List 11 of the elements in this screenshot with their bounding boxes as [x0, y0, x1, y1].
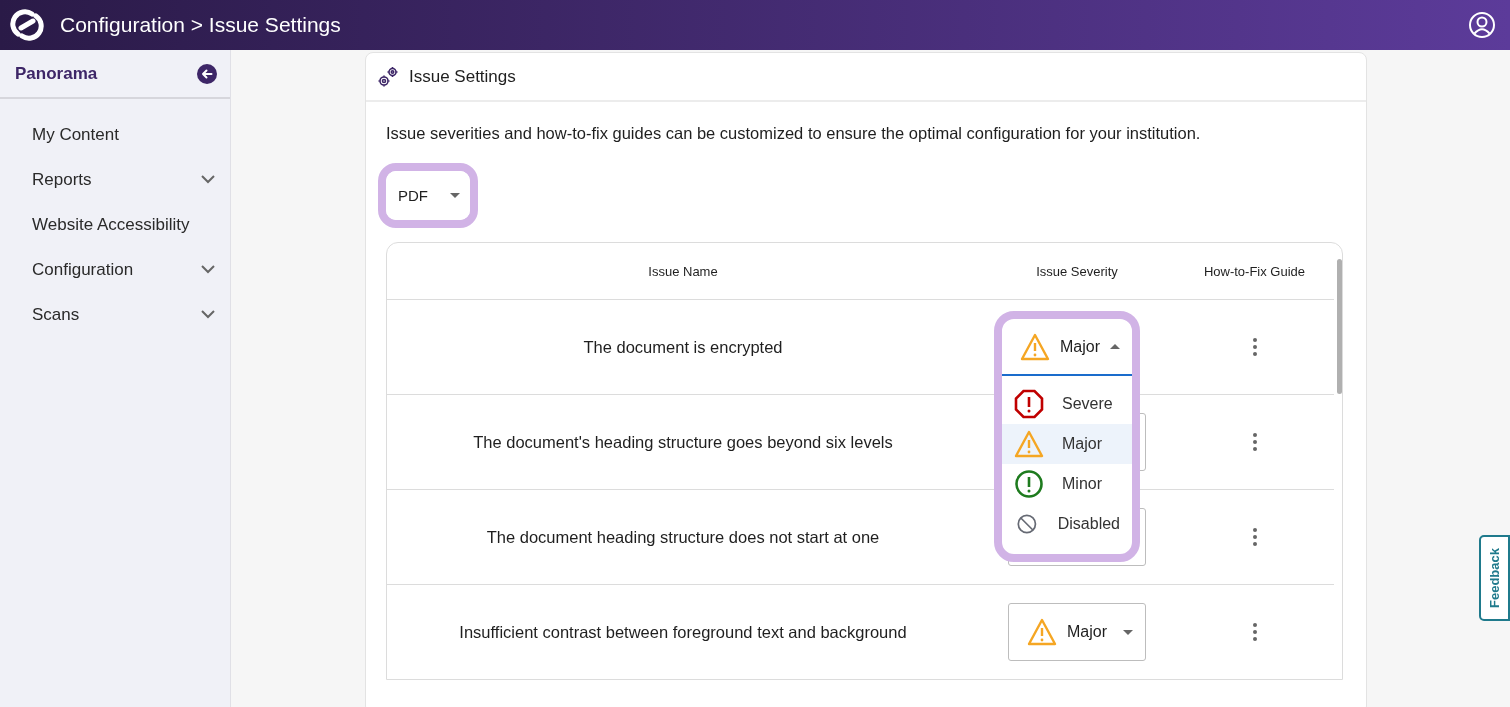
- issue-name-cell-text: The document's heading structure goes beyond six levels: [472, 432, 894, 452]
- sidebar-title: Panorama: [15, 63, 98, 84]
- column-header: Issue Severity: [1035, 263, 1119, 279]
- page-title: Configuration > Issue Settings: [60, 13, 342, 37]
- description-text: Issue severities and how-to-fix guides can be customized to ensure the optimal configuration for your institution.: [386, 124, 1202, 143]
- column-header: Issue Name: [647, 263, 719, 279]
- column-header: How-to-Fix Guide: [1202, 263, 1307, 279]
- issue-name-cell-text: The document heading structure does not start at one: [485, 527, 881, 547]
- card-title: Issue Settings: [409, 66, 516, 87]
- issue-name-cell-text: The document is encrypted: [582, 337, 784, 357]
- issue-name-cell-text: Insufficient contrast between foreground text and background: [458, 622, 908, 642]
